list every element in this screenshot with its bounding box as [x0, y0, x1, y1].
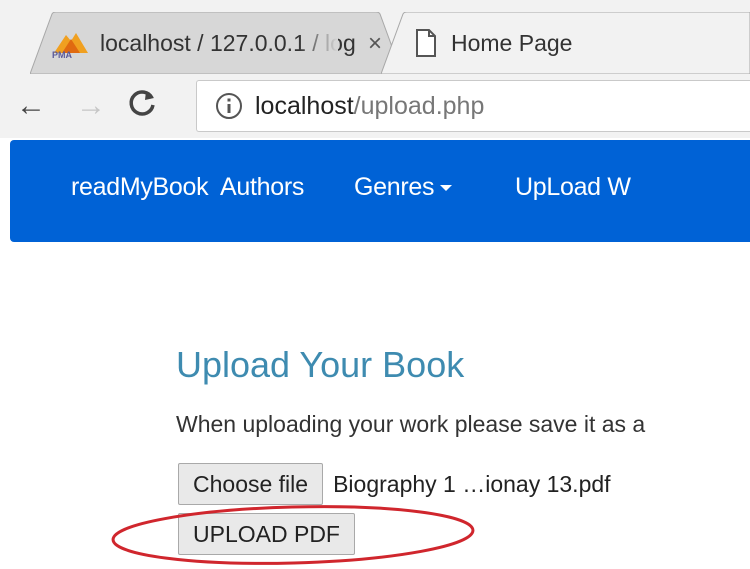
upload-pdf-button[interactable]: UPLOAD PDF	[178, 513, 355, 555]
tab-title-fade	[298, 28, 338, 58]
page-description: When uploading your work please save it …	[176, 411, 646, 437]
reload-icon-graphic	[129, 90, 155, 116]
browser-tab-strip: PMA localhost / 127.0.0.1 / log × Home P…	[0, 0, 750, 74]
svg-text:PMA: PMA	[52, 50, 73, 59]
phpmyadmin-icon: PMA	[52, 33, 88, 59]
tab-label: Home Page	[451, 29, 573, 56]
site-navbar: readMyBook Authors Genres UpLoad W	[10, 140, 750, 242]
page-title: Upload Your Book	[176, 344, 465, 385]
info-icon[interactable]	[215, 92, 243, 120]
nav-item-genres[interactable]: Genres	[354, 173, 453, 202]
nav-item-authors[interactable]: Authors	[220, 173, 304, 202]
tab-phpmyadmin[interactable]: PMA localhost / 127.0.0.1 / log ×	[30, 12, 402, 74]
address-bar[interactable]: localhost/upload.php	[196, 80, 750, 132]
nav-item-genres-label: Genres	[354, 173, 435, 201]
selected-file-name: Biography 1 …ionay 13.pdf	[333, 470, 611, 497]
caret-down-icon	[440, 185, 453, 192]
close-icon[interactable]: ×	[368, 30, 382, 58]
url-path: /upload.php	[353, 91, 485, 120]
back-arrow-icon[interactable]: ←	[16, 88, 46, 124]
url-host: localhost	[255, 91, 354, 120]
forward-arrow-icon[interactable]: →	[76, 88, 106, 124]
nav-item-upload[interactable]: UpLoad W	[515, 173, 631, 202]
navbar-brand[interactable]: readMyBook	[71, 173, 209, 202]
reload-icon[interactable]	[128, 88, 158, 127]
tab-home-page[interactable]: Home Page	[381, 12, 750, 74]
page-icon	[416, 29, 436, 57]
browser-toolbar: ← → localhost/upload.php	[0, 74, 750, 138]
choose-file-button[interactable]: Choose file	[178, 463, 324, 505]
file-input: Choose file Biography 1 …ionay 13.pdf	[178, 463, 611, 505]
